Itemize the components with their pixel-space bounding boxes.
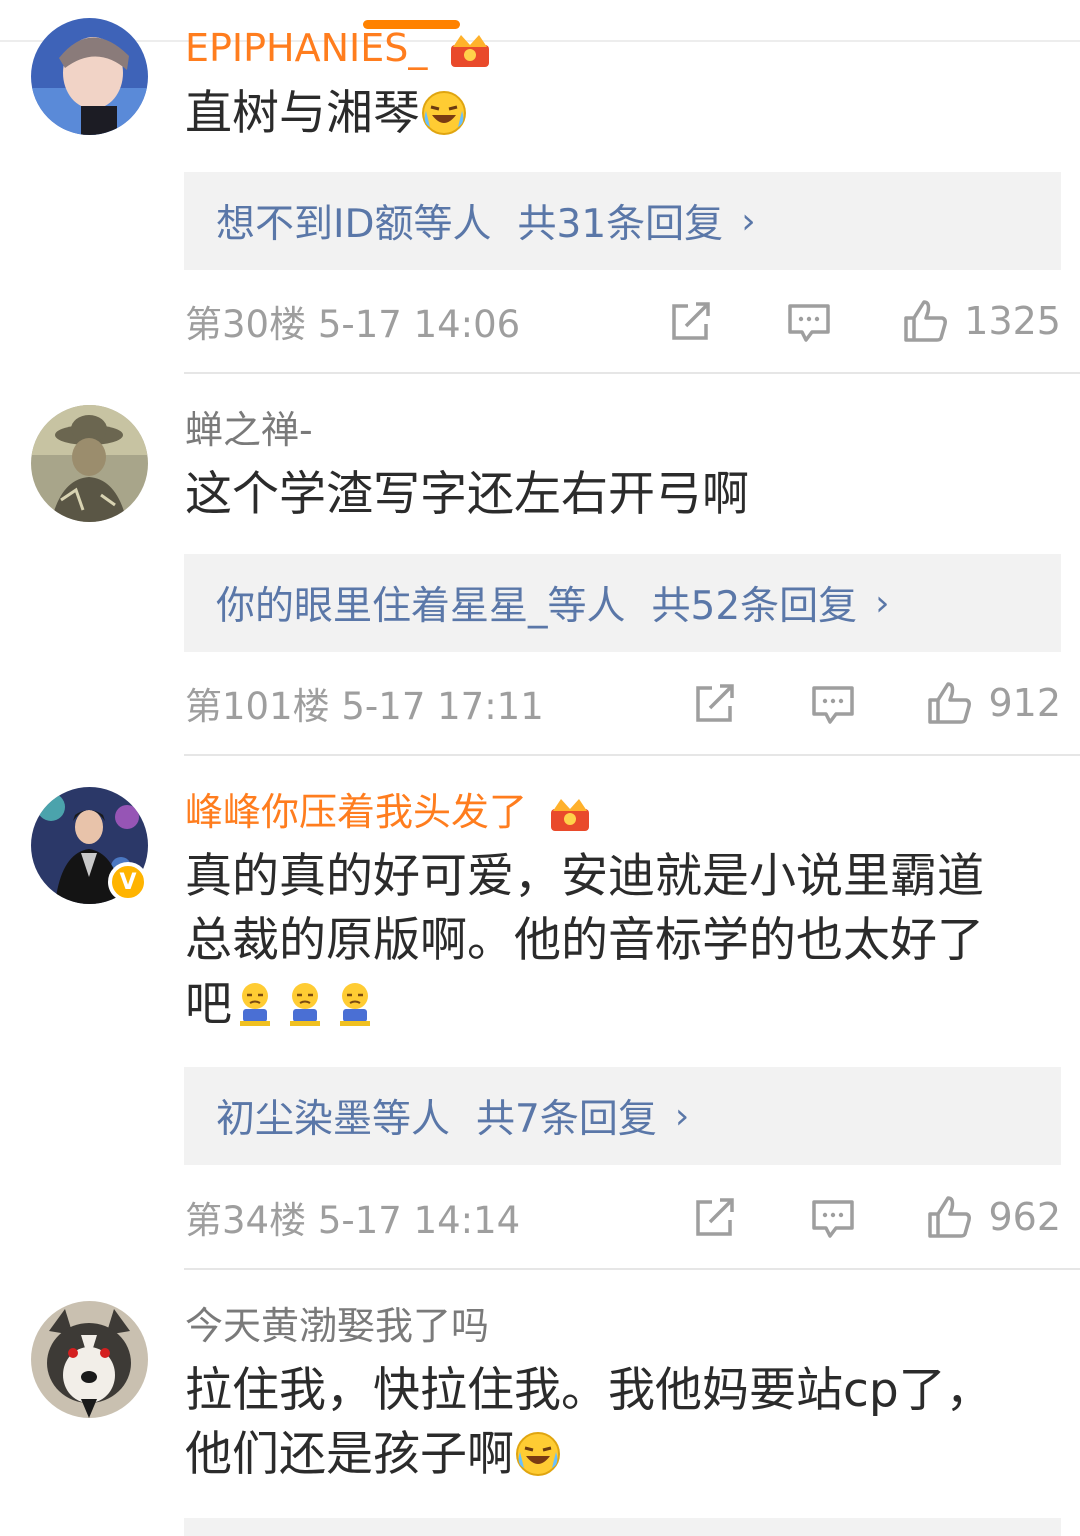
vip-crown-icon bbox=[551, 798, 590, 831]
comment-text: 拉住我，快拉住我。我他妈要站cp了， 他们还是孩子啊 bbox=[185, 1363, 993, 1482]
divider bbox=[184, 372, 1080, 374]
sad-kneel-emoji-icon bbox=[340, 983, 370, 1026]
floor-and-time: 第101楼 5-17 17:11 bbox=[185, 685, 544, 728]
username[interactable]: EPIPHANIES_ bbox=[185, 26, 493, 70]
thumbs-up-icon bbox=[928, 1196, 972, 1238]
comment-meta: 第34楼 5-17 14:14 962 bbox=[185, 1187, 1061, 1247]
sad-kneel-emoji-icon bbox=[240, 983, 270, 1026]
like-count: 912 bbox=[988, 681, 1061, 725]
comment-button[interactable] bbox=[810, 1196, 856, 1238]
comment-text: 直树与湘琴 bbox=[185, 82, 1035, 146]
like-button[interactable]: 912 bbox=[926, 680, 1061, 726]
user-avatar[interactable] bbox=[31, 1301, 148, 1418]
like-button[interactable]: 962 bbox=[926, 1194, 1061, 1240]
comment-text: 真的真的好可爱，安迪就是小说里霸道 总裁的原版啊。他的音标学的也太好了 吧 bbox=[185, 849, 984, 1032]
chevron-right-icon: › bbox=[741, 200, 756, 242]
vip-crown-icon bbox=[451, 34, 490, 67]
username[interactable]: 蝉之禅- bbox=[185, 408, 313, 452]
reply-summary[interactable]: 你的眼里住着星星_等人 共52条回复 › bbox=[184, 554, 1061, 652]
thumbs-up-icon bbox=[928, 682, 972, 724]
like-button[interactable]: 1325 bbox=[902, 298, 1061, 344]
comment-icon bbox=[812, 1200, 855, 1238]
comment-text: 这个学渣写字还左右开弓啊 bbox=[185, 467, 749, 522]
comment-meta: 第30楼 5-17 14:06 1325 bbox=[185, 291, 1061, 351]
comment-button[interactable] bbox=[810, 682, 856, 724]
comment-icon bbox=[788, 304, 831, 342]
tab-bar bbox=[0, 0, 1080, 42]
share-button[interactable] bbox=[668, 300, 714, 342]
share-icon bbox=[696, 1198, 735, 1236]
comment-meta: 第101楼 5-17 17:11 912 bbox=[185, 673, 1061, 733]
sad-kneel-emoji-icon bbox=[290, 983, 320, 1026]
laugh-cry-emoji-icon bbox=[516, 1432, 560, 1476]
floor-and-time: 第30楼 5-17 14:06 bbox=[185, 303, 521, 346]
divider bbox=[184, 754, 1080, 756]
like-count: 962 bbox=[988, 1195, 1061, 1239]
share-button[interactable] bbox=[692, 682, 738, 724]
username[interactable]: 峰峰你压着我头发了 bbox=[185, 790, 593, 834]
user-avatar[interactable] bbox=[31, 18, 148, 135]
user-avatar[interactable] bbox=[31, 405, 148, 522]
comment-icon bbox=[812, 686, 855, 724]
divider bbox=[184, 1268, 1080, 1270]
reply-summary[interactable]: 想不到ID额等人 共31条回复 › bbox=[184, 172, 1061, 270]
reply-summary[interactable]: 初尘染墨等人 共7条回复 › bbox=[184, 1067, 1061, 1165]
reply-participants[interactable]: 想不到ID额等人 bbox=[216, 193, 492, 249]
reply-count[interactable]: 共7条回复 bbox=[476, 1088, 657, 1144]
share-button[interactable] bbox=[692, 1196, 738, 1238]
reply-participants[interactable]: 初尘染墨等人 bbox=[216, 1088, 450, 1144]
chevron-right-icon: › bbox=[875, 582, 890, 624]
comment-button[interactable] bbox=[786, 300, 832, 342]
floor-and-time: 第34楼 5-17 14:14 bbox=[185, 1199, 521, 1242]
username[interactable]: 今天黄渤娶我了吗 bbox=[185, 1304, 489, 1348]
reply-summary[interactable] bbox=[184, 1518, 1061, 1536]
verified-badge: V bbox=[108, 862, 148, 902]
reply-count[interactable]: 共52条回复 bbox=[652, 575, 858, 631]
reply-participants[interactable]: 你的眼里住着星星_等人 bbox=[216, 575, 626, 631]
thumbs-up-icon bbox=[904, 300, 948, 342]
share-icon bbox=[672, 302, 711, 340]
reply-count[interactable]: 共31条回复 bbox=[518, 193, 724, 249]
share-icon bbox=[696, 684, 735, 722]
like-count: 1325 bbox=[964, 299, 1061, 343]
laugh-cry-emoji-icon bbox=[422, 91, 466, 135]
chevron-right-icon: › bbox=[674, 1095, 690, 1137]
